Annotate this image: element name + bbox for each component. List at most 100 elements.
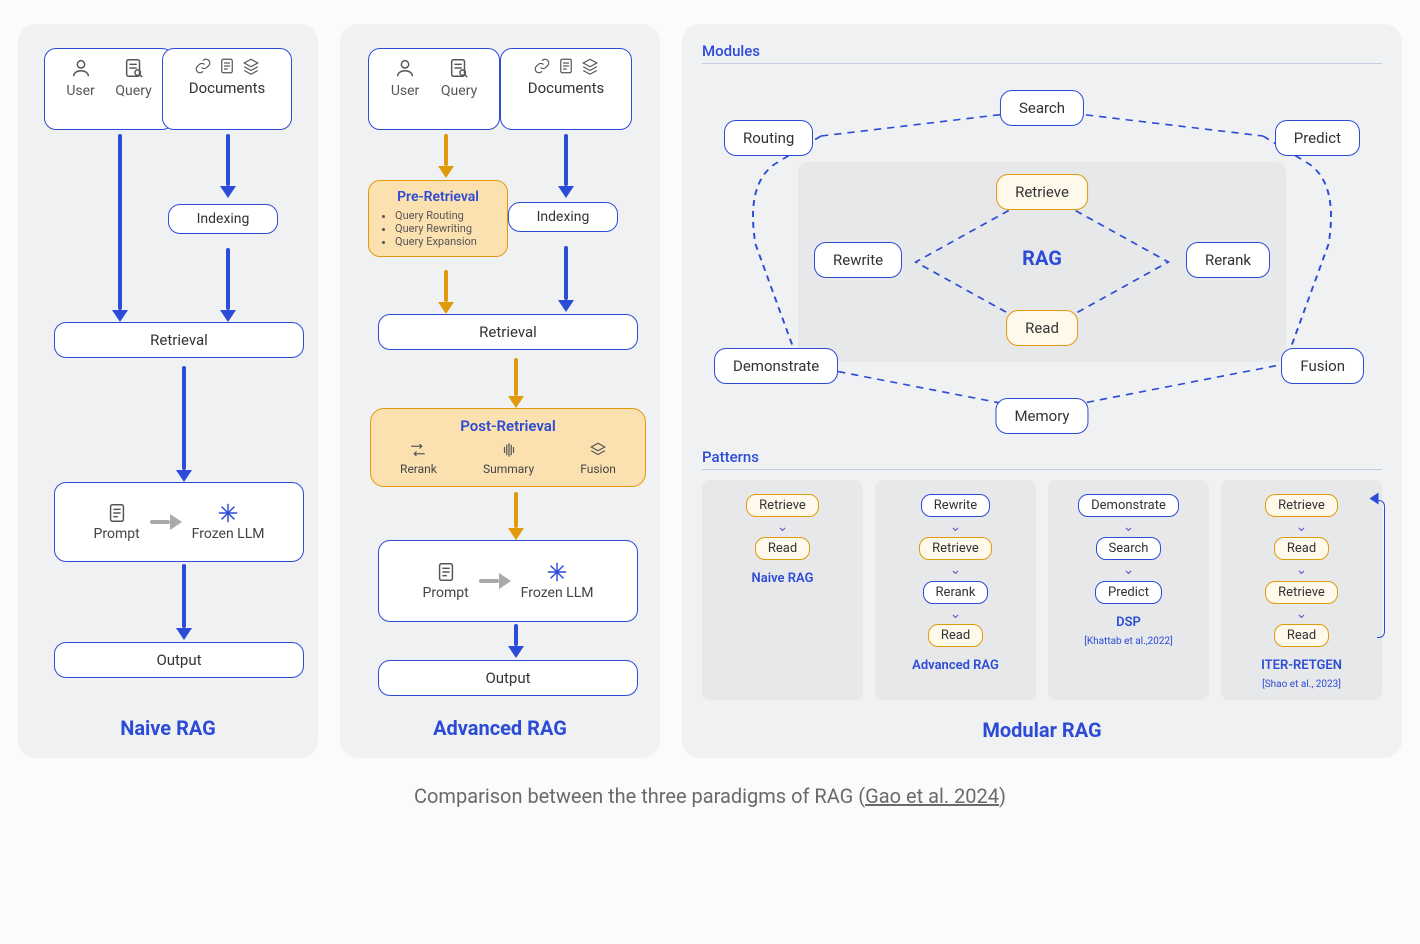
label-documents: Documents [189,79,266,97]
arrow-retrieval-to-post [508,358,524,408]
arrow-right-icon [499,573,511,589]
caption-pre: Comparison between the three paradigms o… [414,784,865,808]
pattern-step: Rerank [923,581,989,604]
chevron-down-icon: ⌄ [950,566,962,574]
node-prompt-frozen-llm: Prompt Frozen LLM [378,540,638,622]
pattern-step: Retrieve [1265,494,1338,517]
pattern-step: Predict [1095,581,1162,604]
snowflake-icon [217,502,239,524]
snowflake-icon [546,561,568,583]
pattern-step: Search [1096,537,1162,560]
figure-caption: Comparison between the three paradigms o… [18,784,1402,808]
arrow-pre-to-retrieval [438,270,454,314]
pattern-title: Naive RAG [752,572,814,586]
node-documents: Documents [500,48,632,130]
module-demonstrate: Demonstrate [714,348,838,384]
module-read: Read [1006,310,1078,346]
fusion-icon [589,441,607,459]
arrow-user-to-pre [438,134,454,178]
label-user: User [391,83,419,99]
arrow-prompt-to-output [508,624,524,658]
label-rerank: Rerank [400,462,437,476]
module-memory: Memory [995,398,1088,434]
patterns-row: Retrieve⌄ReadNaive RAGRewrite⌄Retrieve⌄R… [702,480,1382,700]
patterns-section-label: Patterns [702,448,1382,466]
module-fusion: Fusion [1281,348,1364,384]
label-summary: Summary [483,462,534,476]
loopback-arrow-icon [1370,493,1379,505]
pre-item-2: Query Expansion [395,235,497,248]
pattern-title: DSP [1116,616,1141,630]
chevron-down-icon: ⌄ [777,523,789,531]
pattern-col-3: Retrieve ⌄ Read ⌄ Retrieve ⌄ Read ITER-RETGEN [S… [1221,480,1382,700]
arrow-post-to-prompt [508,492,524,540]
rerank-icon [409,441,427,459]
label-frozen-llm: Frozen LLM [521,585,594,601]
rag-center-label: RAG [1022,246,1062,270]
diagram-row: User Query Documents Indexing Retr [18,24,1402,758]
module-predict: Predict [1275,120,1360,156]
pattern-step: Retrieve [919,537,992,560]
label-query: Query [115,83,151,99]
module-routing: Routing [724,120,813,156]
stack-icon [581,57,599,75]
node-indexing: Indexing [168,204,278,234]
pattern-col-0: Retrieve⌄ReadNaive RAG [702,480,863,700]
node-pre-retrieval: Pre-Retrieval Query Routing Query Rewrit… [368,180,508,257]
title-advanced-rag: Advanced RAG [360,716,640,740]
arrow-indexing-to-retrieval [558,246,574,312]
label-documents: Documents [528,79,605,97]
loopback-line [1377,500,1385,638]
panel-naive-rag: User Query Documents Indexing Retr [18,24,318,758]
pre-retrieval-title: Pre-Retrieval [379,189,497,205]
pattern-col-1: Rewrite⌄Retrieve⌄Rerank⌄ReadAdvanced RAG [875,480,1036,700]
chevron-down-icon: ⌄ [1296,610,1308,618]
pattern-step: Read [1274,624,1329,647]
chevron-down-icon: ⌄ [950,610,962,618]
modules-section-label: Modules [702,42,1382,60]
summary-icon [500,441,518,459]
node-output: Output [54,642,304,678]
query-icon [123,57,145,79]
node-retrieval: Retrieval [378,314,638,350]
chevron-down-icon: ⌄ [1296,523,1308,531]
pattern-step: Retrieve [1265,581,1338,604]
page-icon [218,57,236,75]
pre-item-1: Query Rewriting [395,222,497,235]
pattern-step: Demonstrate [1078,494,1179,517]
title-naive-rag: Naive RAG [38,716,298,740]
pattern-step: Read [928,624,983,647]
arrow-retrieval-to-prompt [176,366,192,482]
pattern-title: Advanced RAG [912,659,999,673]
label-prompt: Prompt [94,526,140,542]
pattern-step: Read [755,537,810,560]
divider [702,469,1382,470]
node-documents: Documents [162,48,292,130]
caption-citation-link[interactable]: Gao et al. 2024 [865,784,999,808]
chevron-down-icon: ⌄ [1296,566,1308,574]
pattern-step: Rewrite [921,494,990,517]
arrow-indexing-to-retrieval [220,248,236,322]
node-prompt-frozen-llm: Prompt Frozen LLM [54,482,304,562]
panel-advanced-rag: User Query Documents Pre-Re [340,24,660,758]
node-indexing: Indexing [508,202,618,232]
module-retrieve: Retrieve [996,174,1088,210]
link-icon [533,57,551,75]
stack-icon [242,57,260,75]
module-rewrite: Rewrite [814,242,902,278]
pattern-title: ITER-RETGEN [1261,659,1342,673]
caption-post: ) [999,784,1006,808]
label-fusion: Fusion [580,462,616,476]
pattern-subtitle: [Shao et al., 2023] [1262,679,1341,690]
pattern-subtitle: [Khattab et al.,2022] [1084,636,1173,647]
prompt-doc-icon [106,502,128,524]
pattern-step: Read [1274,537,1329,560]
node-user-query: User Query [368,48,500,130]
post-retrieval-title: Post-Retrieval [377,417,639,435]
arrow-prompt-to-output [176,564,192,640]
divider [702,63,1382,64]
label-user: User [66,83,94,99]
arrow-docs-to-indexing [558,134,574,198]
label-prompt: Prompt [423,585,469,601]
module-search: Search [1000,90,1084,126]
